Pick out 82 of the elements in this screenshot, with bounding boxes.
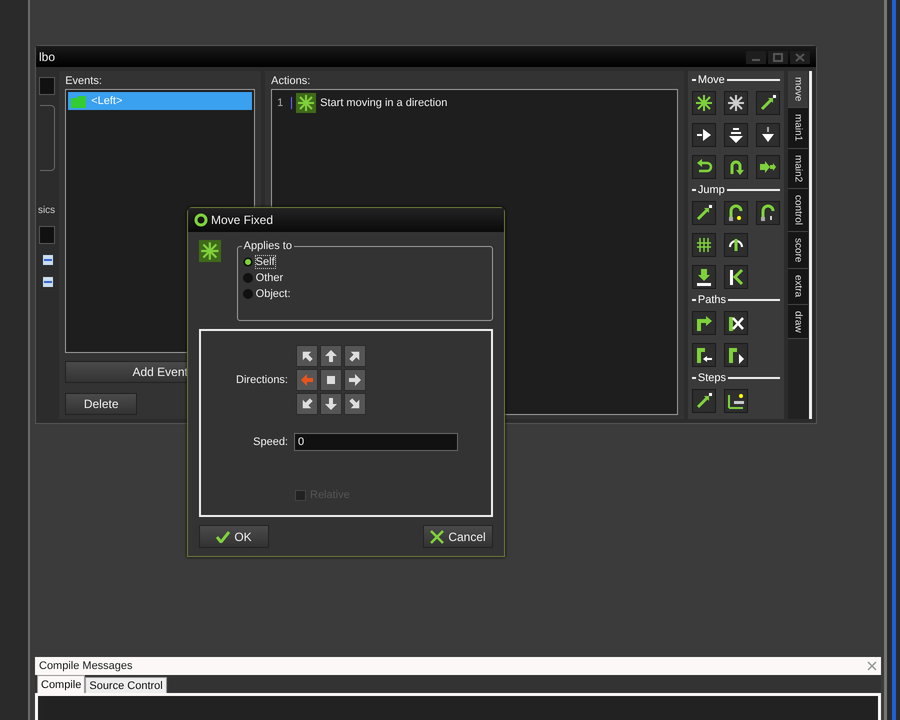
action-button[interactable]	[724, 155, 748, 179]
action-button[interactable]	[692, 91, 716, 115]
direction-button[interactable]	[320, 369, 342, 391]
dialog-title: Move Fixed	[211, 213, 274, 227]
steps-icon	[726, 391, 746, 411]
action-button[interactable]	[692, 201, 716, 225]
arrow-icon	[348, 373, 362, 387]
asterisk-arrows-icon	[694, 93, 714, 113]
panel-tab[interactable]: Source Control	[85, 677, 167, 693]
group-title: Move	[698, 74, 725, 86]
action-button[interactable]	[756, 155, 780, 179]
window-title: lbo	[39, 50, 56, 64]
action-button[interactable]	[692, 123, 716, 147]
actions-label: Actions:	[271, 75, 312, 87]
input-field[interactable]	[39, 226, 56, 244]
group-label: Applies to	[242, 240, 293, 252]
action-button[interactable]	[724, 201, 748, 225]
asterisk-arrows-icon	[296, 93, 316, 113]
action-button[interactable]	[692, 155, 716, 179]
folder-icon	[71, 94, 88, 108]
speed-label: Speed:	[252, 436, 288, 448]
action-button[interactable]	[724, 91, 748, 115]
radio-icon[interactable]	[242, 288, 254, 300]
panel-tab[interactable]: Compile	[37, 675, 86, 693]
direction-button[interactable]	[320, 345, 342, 367]
radio-option[interactable]: Self	[242, 254, 484, 270]
action-button[interactable]	[692, 233, 716, 257]
cancel-button[interactable]: Cancel	[423, 525, 493, 548]
action-button[interactable]	[692, 311, 716, 335]
speed-field[interactable]: 0	[294, 433, 458, 451]
arrow-icon	[324, 397, 338, 411]
action-button[interactable]	[724, 265, 748, 289]
close-icon[interactable]	[867, 661, 877, 671]
group-title: Steps	[698, 372, 726, 384]
panel-title: Compile Messages	[39, 660, 133, 672]
window-icon[interactable]	[43, 276, 56, 288]
ok-button[interactable]: OK	[199, 525, 269, 548]
radio-option[interactable]: Other	[242, 270, 484, 286]
action-button[interactable]	[692, 343, 716, 367]
palette-tab[interactable]: move	[788, 71, 808, 108]
action-button[interactable]	[756, 123, 780, 147]
direction-button[interactable]	[344, 369, 366, 391]
radio-icon[interactable]	[242, 256, 254, 268]
palette-tab[interactable]: draw	[788, 304, 808, 340]
direction-button[interactable]	[296, 393, 318, 415]
action-button[interactable]	[692, 265, 716, 289]
action-button[interactable]	[724, 343, 748, 367]
palette-tab[interactable]: extra	[788, 269, 808, 305]
action-button[interactable]	[692, 389, 716, 413]
field-label: sics	[38, 205, 56, 216]
square-icon	[327, 376, 335, 384]
group-title: Jump	[698, 184, 725, 196]
direction-button[interactable]	[344, 345, 366, 367]
input-field[interactable]	[39, 77, 56, 95]
action-item[interactable]: 1 Start moving in a direction	[274, 92, 675, 114]
direction-button[interactable]	[296, 345, 318, 367]
delete-button[interactable]: Delete	[65, 393, 138, 415]
events-label: Events:	[65, 75, 103, 87]
palette-tab[interactable]: main2	[788, 148, 808, 189]
direction-button[interactable]	[320, 393, 342, 415]
palette-tab[interactable]: control	[788, 188, 808, 232]
ring-icon	[194, 213, 208, 227]
radio-icon[interactable]	[242, 272, 254, 284]
asterisk-arrows-icon	[199, 240, 221, 262]
radio-option[interactable]: Object:	[242, 286, 484, 302]
arrow-icon	[300, 373, 314, 387]
palette-tab[interactable]: score	[788, 232, 808, 270]
action-button[interactable]	[724, 123, 748, 147]
asterisk-arrows-icon	[726, 93, 746, 113]
palette-tab[interactable]: main1	[788, 108, 808, 149]
group-box	[40, 105, 56, 171]
group-title: Paths	[698, 294, 726, 306]
action-button[interactable]	[724, 389, 748, 413]
action-button[interactable]	[756, 201, 780, 225]
action-button[interactable]	[724, 233, 748, 257]
cross-icon	[430, 530, 444, 544]
window-icon[interactable]	[43, 254, 56, 266]
action-button[interactable]	[724, 311, 748, 335]
check-icon	[216, 530, 230, 542]
action-button[interactable]	[756, 91, 780, 115]
arrow-icon	[324, 349, 338, 363]
direction-button[interactable]	[344, 393, 366, 415]
